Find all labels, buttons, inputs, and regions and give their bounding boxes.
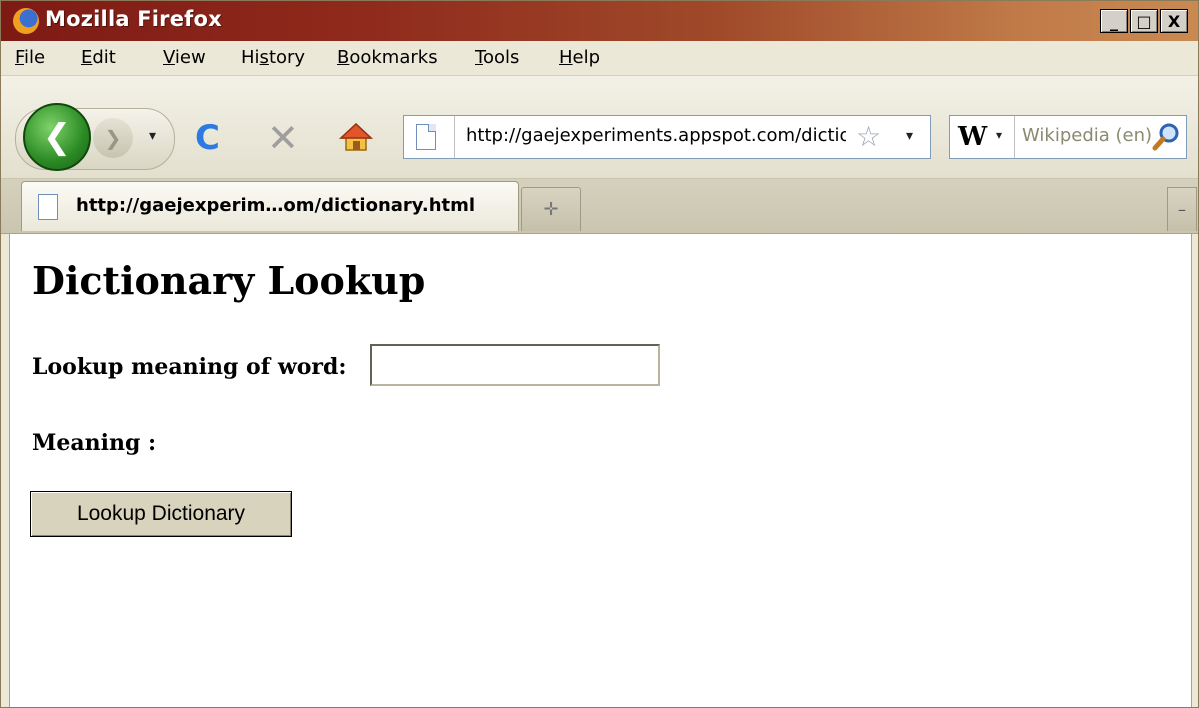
url-divider bbox=[454, 116, 455, 158]
minimize-button[interactable]: _ bbox=[1100, 9, 1128, 33]
meaning-label: Meaning : bbox=[32, 430, 157, 456]
back-arrow-icon: ❮ bbox=[42, 117, 72, 157]
tab-title: http://gaejexperim…om/dictionary.html bbox=[76, 195, 476, 216]
history-dropdown-icon[interactable]: ▾ bbox=[149, 128, 156, 144]
search-icon[interactable] bbox=[1152, 121, 1182, 151]
browser-window: Mozilla Firefox _ □ X File Edit View His… bbox=[0, 0, 1199, 708]
bookmark-star-icon[interactable]: ☆ bbox=[856, 120, 881, 153]
maximize-button[interactable]: □ bbox=[1130, 9, 1158, 33]
menu-view[interactable]: View bbox=[163, 47, 206, 68]
menu-history-post: tory bbox=[268, 47, 306, 68]
menu-edit-post: dit bbox=[92, 47, 116, 68]
url-dropdown-icon[interactable]: ▾ bbox=[906, 128, 913, 144]
menu-edit-key: E bbox=[81, 47, 93, 68]
lookup-dictionary-button[interactable]: Lookup Dictionary bbox=[30, 491, 292, 537]
window-title: Mozilla Firefox bbox=[45, 7, 222, 31]
firefox-logo-icon bbox=[13, 8, 39, 34]
navigation-toolbar: ❮ ❯ ▾ C ✕ http://gaejexperiments.appspot… bbox=[1, 76, 1198, 179]
menu-file[interactable]: File bbox=[15, 47, 45, 68]
forward-button[interactable]: ❯ bbox=[93, 118, 133, 158]
url-text[interactable]: http://gaejexperiments.appspot.com/dicti… bbox=[466, 125, 846, 146]
page-title: Dictionary Lookup bbox=[32, 258, 426, 303]
title-bar[interactable]: Mozilla Firefox _ □ X bbox=[1, 1, 1198, 41]
tab-page-icon bbox=[38, 194, 58, 220]
page-icon bbox=[416, 124, 436, 150]
menu-view-post: iew bbox=[174, 47, 206, 68]
menu-bookmarks[interactable]: Bookmarks bbox=[337, 47, 438, 68]
wikipedia-icon[interactable]: W bbox=[958, 122, 992, 152]
home-icon[interactable] bbox=[339, 122, 373, 152]
reload-icon[interactable]: C bbox=[195, 118, 220, 158]
search-bar[interactable]: W ▾ Wikipedia (en) bbox=[949, 115, 1187, 159]
menu-tools[interactable]: Tools bbox=[475, 47, 519, 68]
menu-view-key: V bbox=[163, 47, 175, 68]
search-divider bbox=[1014, 116, 1015, 158]
forward-arrow-icon: ❯ bbox=[104, 126, 122, 150]
menu-bookmarks-key: B bbox=[337, 47, 350, 68]
tab-bar: http://gaejexperim…om/dictionary.html ✛ … bbox=[1, 179, 1198, 234]
address-bar[interactable]: http://gaejexperiments.appspot.com/dicti… bbox=[403, 115, 931, 159]
word-input[interactable] bbox=[370, 344, 660, 386]
lookup-word-label: Lookup meaning of word: bbox=[32, 354, 347, 380]
menu-bookmarks-post: ookmarks bbox=[349, 47, 438, 68]
search-input[interactable]: Wikipedia (en) bbox=[1022, 125, 1154, 146]
menu-file-post: ile bbox=[24, 47, 46, 68]
stop-icon[interactable]: ✕ bbox=[267, 116, 299, 160]
window-controls: _ □ X bbox=[1098, 9, 1188, 33]
tab-dictionary[interactable]: http://gaejexperim…om/dictionary.html bbox=[21, 181, 519, 231]
page-content: Dictionary Lookup Lookup meaning of word… bbox=[9, 234, 1192, 707]
list-all-tabs-button[interactable]: – bbox=[1167, 187, 1197, 231]
menu-help-key: H bbox=[559, 47, 573, 68]
menu-history-pre: Hi bbox=[241, 47, 260, 68]
close-button[interactable]: X bbox=[1160, 9, 1188, 33]
menu-help-post: elp bbox=[572, 47, 601, 68]
menu-help[interactable]: Help bbox=[559, 47, 600, 68]
tab-list-icon: – bbox=[1178, 200, 1186, 219]
back-button[interactable]: ❮ bbox=[23, 103, 91, 171]
menu-history[interactable]: History bbox=[241, 47, 305, 68]
menu-file-key: F bbox=[15, 47, 25, 68]
new-tab-button[interactable]: ✛ bbox=[521, 187, 581, 231]
menu-bar: File Edit View History Bookmarks Tools H… bbox=[1, 41, 1198, 76]
menu-history-key: s bbox=[259, 47, 269, 68]
search-engine-dropdown-icon[interactable]: ▾ bbox=[996, 128, 1002, 142]
new-tab-icon: ✛ bbox=[543, 199, 559, 220]
menu-edit[interactable]: Edit bbox=[81, 47, 116, 68]
menu-tools-key: T bbox=[475, 47, 483, 68]
menu-tools-post: ools bbox=[482, 47, 520, 68]
